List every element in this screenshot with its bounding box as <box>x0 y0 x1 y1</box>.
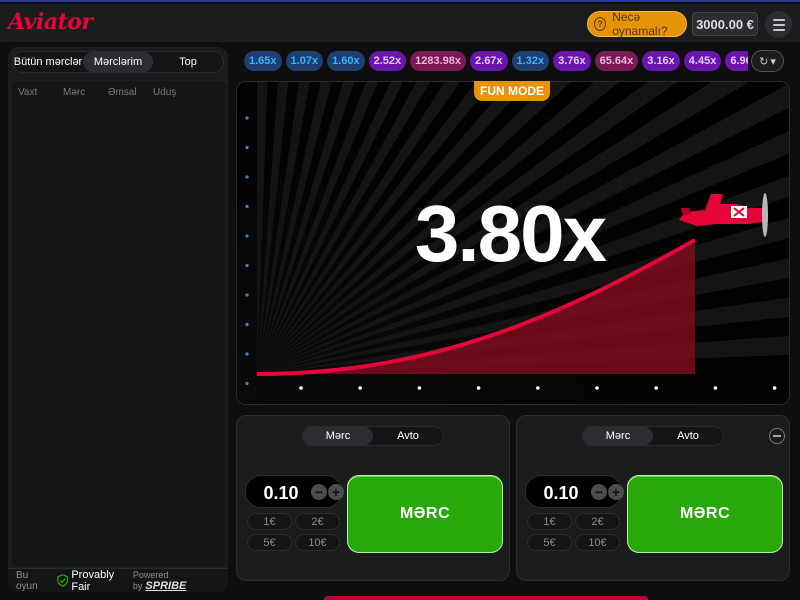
shield-check-icon <box>57 574 69 587</box>
multiplier-chip[interactable]: 65.64x <box>594 51 639 71</box>
y-axis-dot <box>245 352 249 356</box>
y-axis-dot <box>245 322 249 327</box>
how-to-play-button[interactable]: ? Necə oynamalı? <box>587 10 687 38</box>
x-axis-dot <box>772 386 777 390</box>
multiplier-chip[interactable]: 2.52x <box>368 51 407 71</box>
tab-my-bets[interactable]: Mərclərim <box>83 52 153 72</box>
y-axis-dot <box>245 381 249 386</box>
y-axis-dot <box>245 116 249 120</box>
multiplier-chip[interactable]: 1.65x <box>244 51 282 71</box>
bottom-banner-edge <box>324 596 648 600</box>
plus-icon[interactable]: + <box>608 484 624 500</box>
quick-amount-1[interactable]: 1€ <box>247 513 292 530</box>
plus-icon[interactable]: + <box>328 484 344 500</box>
y-axis-dot <box>245 234 249 238</box>
aviator-logo[interactable]: Aviator <box>8 9 93 35</box>
column-time: Vaxt <box>18 87 38 98</box>
x-axis-dot <box>536 386 540 390</box>
multiplier-chip[interactable]: 3.16x <box>642 51 680 71</box>
bets-panel: Bütün mərclər Mərclərim Top Vaxt Mərc Əm… <box>8 47 228 593</box>
current-multiplier: 3.80x <box>414 189 607 278</box>
x-axis-dot <box>417 386 422 390</box>
y-axis-dot <box>245 204 249 209</box>
multiplier-chip[interactable]: 4.45x <box>683 51 722 71</box>
tab-auto[interactable]: Avto <box>373 427 443 445</box>
quick-amount-5[interactable]: 5€ <box>247 534 292 551</box>
powered-by: Powered by SPRIBE <box>133 570 220 592</box>
minus-icon[interactable]: − <box>311 484 327 500</box>
chevron-down-icon: ▾ <box>770 55 776 68</box>
tab-all-bets[interactable]: Bütün mərclər <box>13 52 83 72</box>
app-root: Aviator ? Necə oynamalı? 3000.00 € Bütün… <box>0 0 800 600</box>
y-axis-dot <box>245 263 249 268</box>
tab-bet[interactable]: Mərc <box>303 427 373 445</box>
column-coefficient: Əmsal <box>108 87 137 98</box>
multiplier-chip[interactable]: 2.67x <box>470 51 508 71</box>
quick-amount-2[interactable]: 2€ <box>295 513 340 530</box>
top-bar: Aviator ? Necə oynamalı? 3000.00 € <box>0 4 800 42</box>
column-win: Uduş <box>153 87 177 98</box>
multiplier-chip[interactable]: 1.32x <box>511 51 550 71</box>
x-axis-dot <box>595 386 599 390</box>
x-axis-dot <box>654 386 658 390</box>
x-axis-dot <box>358 386 362 390</box>
bet-amount-stepper: 0.10 − + <box>245 475 344 508</box>
column-bet: Mərc <box>63 87 86 98</box>
tab-top[interactable]: Top <box>153 52 223 72</box>
how-to-play-label: Necə oynamalı? <box>612 10 668 38</box>
bet-amount-input[interactable]: 0.10 <box>536 483 586 504</box>
multiplier-chip[interactable]: 6.96x <box>725 51 748 71</box>
bets-tabs: Bütün mərclər Mərclərim Top <box>12 51 224 73</box>
menu-icon <box>772 18 785 21</box>
multiplier-history: 1.65x 1.07x 1.60x 2.52x 1283.98x 2.67x 1.32x 3.… <box>244 51 748 71</box>
x-axis-dot <box>299 386 303 390</box>
quick-amount-10[interactable]: 10€ <box>295 534 340 551</box>
bet-mode-tabs: Mərc Avto <box>302 426 444 446</box>
fun-mode-badge: FUN MODE <box>474 81 550 101</box>
quick-amount-2[interactable]: 2€ <box>575 513 620 530</box>
multiplier-chip[interactable]: 1283.98x <box>410 51 467 71</box>
y-axis-dot <box>245 175 249 179</box>
bets-table: Vaxt Mərc Əmsal Uduş <box>12 81 226 567</box>
multiplier-chip[interactable]: 3.76x <box>553 51 591 71</box>
bet-mode-tabs: Mərc Avto <box>582 426 724 446</box>
multiplier-chip[interactable]: 1.07x <box>285 51 324 71</box>
bet-panel-2: Mərc Avto 0.10 − + 1€ 2€ 5€ 10€ MƏRC <box>516 415 790 581</box>
remove-panel-button[interactable] <box>769 428 785 444</box>
help-icon: ? <box>594 17 607 31</box>
bet-amount-stepper: 0.10 − + <box>525 475 624 508</box>
x-axis-dot <box>713 386 718 390</box>
bet-amount-input[interactable]: 0.10 <box>256 483 306 504</box>
multiplier-chip[interactable]: 1.60x <box>327 51 365 71</box>
menu-button[interactable] <box>765 11 792 38</box>
quick-amount-1[interactable]: 1€ <box>527 513 572 530</box>
spribe-logo[interactable]: SPRIBE <box>145 580 186 592</box>
bet-button[interactable]: MƏRC <box>347 475 503 553</box>
y-axis-dot <box>245 145 249 150</box>
quick-amount-10[interactable]: 10€ <box>575 534 620 551</box>
history-icon: ↻ <box>759 55 769 68</box>
y-axis-dot <box>245 293 249 297</box>
quick-amount-5[interactable]: 5€ <box>527 534 572 551</box>
minus-icon[interactable]: − <box>591 484 607 500</box>
minus-icon <box>773 435 781 437</box>
bets-table-header: Vaxt Mərc Əmsal Uduş <box>12 81 226 104</box>
provably-fair-link[interactable]: Provably Fair <box>57 569 133 593</box>
history-button[interactable]: ↻ ▾ <box>751 50 784 72</box>
game-label: Bu oyun <box>16 569 38 592</box>
balance-display: 3000.00 € <box>692 12 758 36</box>
x-axis-dot <box>476 386 481 390</box>
tab-bet[interactable]: Mərc <box>583 427 653 445</box>
panel-footer: Bu oyun Provably Fair Powered by SPRIBE <box>8 568 228 593</box>
bet-panel-1: Mərc Avto 0.10 − + 1€ 2€ 5€ 10€ MƏRC <box>236 415 510 581</box>
tab-auto[interactable]: Avto <box>653 427 723 445</box>
bet-button[interactable]: MƏRC <box>627 475 783 553</box>
provably-fair-label: Provably Fair <box>71 568 115 593</box>
